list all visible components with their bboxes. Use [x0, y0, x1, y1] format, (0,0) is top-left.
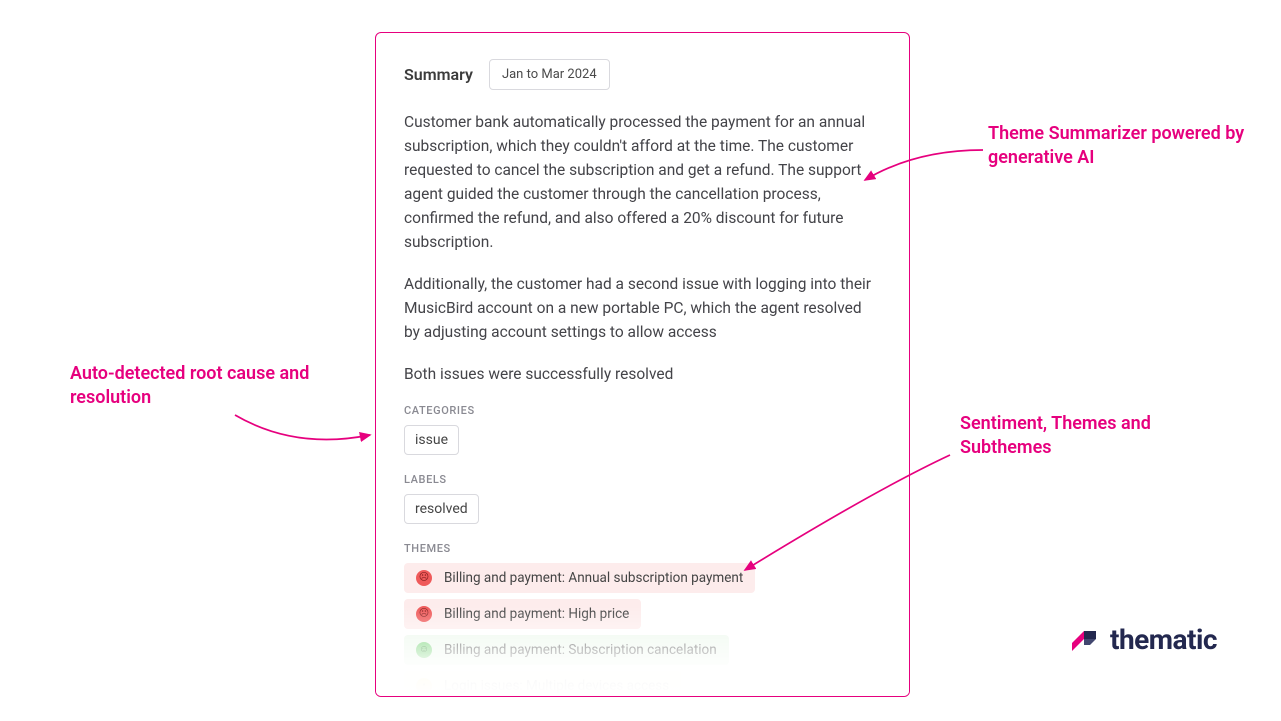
- annotation-root-cause: Auto-detected root cause and resolution: [70, 362, 330, 411]
- label-chip[interactable]: resolved: [404, 494, 479, 524]
- theme-row[interactable]: ☹ Billing and payment: High price: [404, 599, 641, 629]
- summary-title: Summary: [404, 65, 473, 84]
- thematic-logo-text: thematic: [1110, 623, 1217, 656]
- sentiment-neu-icon: •: [416, 678, 432, 694]
- sentiment-pos-icon: ☺: [416, 642, 432, 658]
- summary-card: Summary Jan to Mar 2024 Customer bank au…: [375, 32, 910, 697]
- summary-header: Summary Jan to Mar 2024: [404, 59, 881, 90]
- summary-paragraph-1: Customer bank automatically processed th…: [404, 110, 881, 254]
- theme-text: Login issues: Multiple devices access: [444, 678, 669, 694]
- sentiment-neg-icon: ☹: [416, 606, 432, 622]
- themes-label: THEMES: [404, 542, 881, 555]
- annotation-sentiment-themes: Sentiment, Themes and Subthemes: [960, 412, 1190, 461]
- labels-label: LABELS: [404, 473, 881, 486]
- theme-text: Billing and payment: Subscription cancel…: [444, 642, 717, 658]
- theme-text: Billing and payment: Annual subscription…: [444, 570, 743, 586]
- annotation-theme-summarizer: Theme Summarizer powered by generative A…: [988, 122, 1248, 171]
- sentiment-neg-icon: ☹: [416, 570, 432, 586]
- categories-label: CATEGORIES: [404, 404, 881, 417]
- theme-text: Billing and payment: High price: [444, 606, 629, 622]
- thematic-logo: thematic: [1068, 621, 1217, 657]
- summary-paragraph-3: Both issues were successfully resolved: [404, 362, 881, 386]
- thematic-logo-mark: [1068, 621, 1100, 657]
- summary-paragraph-2: Additionally, the customer had a second …: [404, 272, 881, 344]
- category-chip[interactable]: issue: [404, 425, 459, 455]
- date-range-selector[interactable]: Jan to Mar 2024: [489, 59, 610, 90]
- theme-row[interactable]: ☹ Billing and payment: Annual subscriptio…: [404, 563, 755, 593]
- theme-row[interactable]: • Login issues: Multiple devices access: [404, 671, 681, 697]
- theme-row[interactable]: ☺ Billing and payment: Subscription cance…: [404, 635, 729, 665]
- themes-list: ☹ Billing and payment: Annual subscriptio…: [404, 563, 881, 697]
